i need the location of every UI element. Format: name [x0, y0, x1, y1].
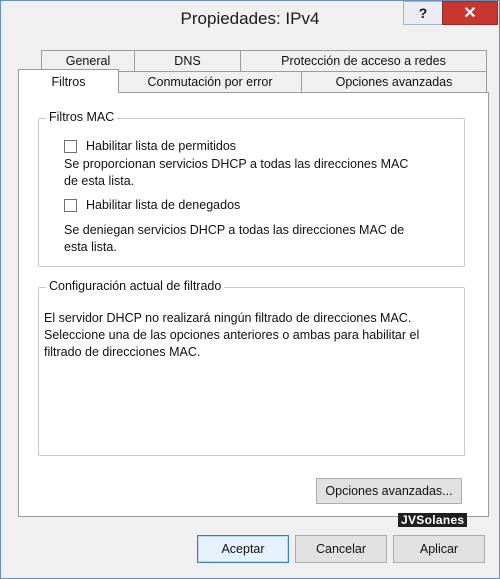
current-config-legend: Configuración actual de filtrado [46, 279, 225, 293]
tab-failover[interactable]: Conmutación por error [118, 71, 302, 92]
config-line: El servidor DHCP no realizará ningún fil… [44, 311, 412, 325]
desc-line: Se proporcionan servicios DHCP a todas l… [64, 157, 409, 171]
desc-line: esta lista. [64, 240, 117, 254]
tab-label: Opciones avanzadas [335, 75, 453, 89]
filters-tab-panel: Filtros MAC Habilitar lista de permitido… [18, 92, 489, 517]
title-bar[interactable]: Propiedades: IPv4 ? ✕ [1, 1, 499, 39]
tab-network-access-protection[interactable]: Protección de acceso a redes [240, 50, 487, 71]
tab-label: Protección de acceso a redes [281, 54, 446, 68]
deny-list-checkbox[interactable] [64, 198, 77, 212]
tab-label: Filtros [51, 74, 86, 89]
close-icon: ✕ [463, 5, 477, 22]
deny-list-option[interactable]: Habilitar lista de denegados [64, 198, 240, 212]
desc-line: Se deniegan servicios DHCP a todas las d… [64, 223, 405, 237]
tab-dns[interactable]: DNS [134, 50, 241, 71]
mac-filters-legend: Filtros MAC [46, 110, 118, 124]
button-label: Aceptar [221, 542, 265, 556]
deny-list-label: Habilitar lista de denegados [86, 198, 241, 212]
ok-button[interactable]: Aceptar [197, 535, 289, 563]
config-line: Seleccione una de las opciones anteriore… [44, 328, 420, 342]
allow-list-label: Habilitar lista de permitidos [86, 139, 237, 153]
config-line: filtrado de direcciones MAC. [44, 345, 201, 359]
current-filtering-config-group: Configuración actual de filtrado El serv… [38, 279, 465, 456]
advanced-options-button[interactable]: Opciones avanzadas... [316, 478, 462, 504]
cancel-button[interactable]: Cancelar [295, 535, 387, 563]
tab-label: Conmutación por error [147, 75, 273, 89]
desc-line: de esta lista. [64, 174, 135, 188]
tab-label: DNS [174, 54, 201, 68]
button-label: Cancelar [315, 542, 367, 556]
tab-label: General [65, 54, 111, 68]
button-label: Aplicar [419, 542, 459, 556]
allow-list-checkbox[interactable] [64, 139, 77, 153]
allow-list-description: Se proporcionan servicios DHCP a todas l… [64, 156, 408, 190]
tab-filters[interactable]: Filtros [18, 69, 119, 93]
tab-general[interactable]: General [41, 50, 135, 71]
properties-dialog: Propiedades: IPv4 ? ✕ General DNS Protec… [0, 0, 500, 579]
tab-advanced-options[interactable]: Opciones avanzadas [301, 71, 487, 92]
mac-filters-group: Filtros MAC Habilitar lista de permitido… [38, 110, 465, 267]
help-icon: ? [418, 5, 428, 21]
allow-list-option[interactable]: Habilitar lista de permitidos [64, 139, 236, 153]
current-config-text: El servidor DHCP no realizará ningún fil… [44, 310, 419, 361]
close-button[interactable]: ✕ [442, 1, 498, 25]
help-button[interactable]: ? [403, 1, 443, 25]
watermark-logo: JVSolanes [398, 513, 468, 527]
deny-list-description: Se deniegan servicios DHCP a todas las d… [64, 222, 404, 256]
button-label: Opciones avanzadas... [325, 484, 453, 498]
apply-button[interactable]: Aplicar [393, 535, 485, 563]
